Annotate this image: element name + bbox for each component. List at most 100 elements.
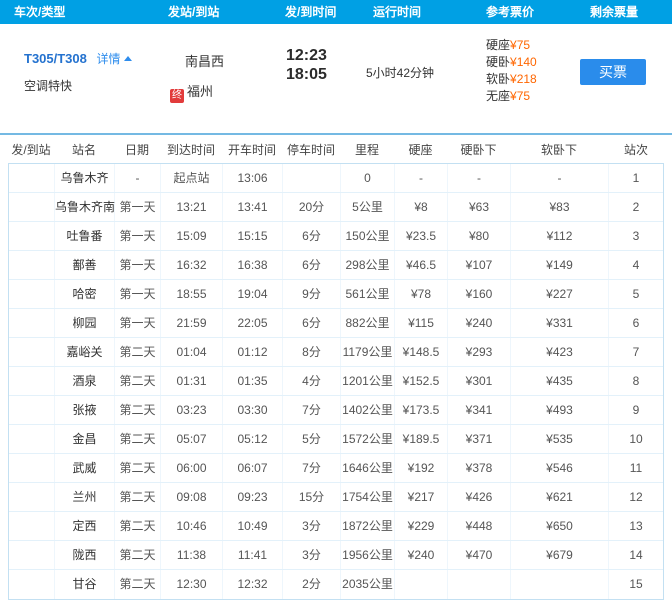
col-stop-time: 停车时间 [286,142,335,157]
cell-depart-time: 03:30 [223,396,283,424]
cell-depart-time: 15:15 [223,222,283,250]
cell-arrive-time: 05:07 [161,425,223,453]
cell-stop-time: 20分 [283,193,341,221]
cell-date: 第二天 [115,367,161,395]
cell-stop-time: 9分 [283,280,341,308]
cell-hard-sleeper: ¥448 [448,512,511,540]
cell-fromto [9,164,55,192]
cell-station: 柳园 [55,309,115,337]
cell-arrive-time: 21:59 [161,309,223,337]
cell-hard-sleeper: ¥107 [448,251,511,279]
cell-hard-seat: ¥229 [395,512,448,540]
buy-ticket-button[interactable]: 买票 [580,59,646,85]
table-row: 兰州 第二天 09:08 09:23 15分 1754公里 ¥217 ¥426 ¥621 12 [9,483,663,512]
cell-hard-seat: ¥173.5 [395,396,448,424]
cell-hard-sleeper: ¥63 [448,193,511,221]
cell-stop-time: 6分 [283,309,341,337]
cell-soft-sleeper: ¥650 [511,512,609,540]
cell-station: 鄯善 [55,251,115,279]
header-col-duration: 运行时间 [373,5,422,19]
terminal-badge-icon: 终 [170,89,184,103]
table-row: 鄯善 第一天 16:32 16:38 6分 298公里 ¥46.5 ¥107 ¥149 4 [9,251,663,280]
cell-stop-index: 7 [632,345,640,359]
cell-station: 吐鲁番 [55,222,115,250]
cell-fromto [9,425,55,453]
cell-fromto [9,309,55,337]
table-row: 吐鲁番 第一天 15:09 15:15 6分 150公里 ¥23.5 ¥80 ¥112 3 [9,222,663,251]
cell-stop-index: 14 [629,548,643,562]
cell-arrive-time: 03:23 [161,396,223,424]
cell-date: 第一天 [115,193,161,221]
cell-soft-sleeper: ¥331 [511,309,609,337]
cell-arrive-time: 15:09 [161,222,223,250]
cell-hard-seat: - [395,164,448,192]
cell-hard-sleeper: ¥341 [448,396,511,424]
cell-soft-sleeper: ¥535 [511,425,609,453]
cell-station: 酒泉 [55,367,115,395]
cell-stop-time: 6分 [283,222,341,250]
cell-arrive-time: 01:31 [161,367,223,395]
arrive-station-wrap: 终福州 [170,81,213,103]
cell-soft-sleeper [511,570,609,599]
col-stop-index: 站次 [623,142,648,157]
cell-stop-time: 8分 [283,338,341,366]
cell-fromto [9,396,55,424]
cell-arrive-time: 11:38 [161,541,223,569]
details-toggle[interactable]: 详情 [97,52,132,66]
col-date: 日期 [124,142,149,157]
cell-hard-seat: ¥78 [395,280,448,308]
cell-distance: 1402公里 [341,396,395,424]
cell-arrive-time: 起点站 [161,164,223,192]
cell-arrive-time: 18:55 [161,280,223,308]
seat-type-label: 硬座 [486,38,511,52]
seat-price: ¥218 [510,72,537,86]
train-id: T305/T308 详情 [24,50,132,67]
table-row: 乌鲁木齐南 第一天 13:21 13:41 20分 5公里 ¥8 ¥63 ¥83 2 [9,193,663,222]
cell-station: 乌鲁木齐南 [55,193,115,221]
table-row: 陇西 第二天 11:38 11:41 3分 1956公里 ¥240 ¥470 ¥679 14 [9,541,663,570]
cell-distance: 882公里 [341,309,395,337]
seat-price: ¥75 [510,38,531,52]
cell-date: 第二天 [115,541,161,569]
cell-depart-time: 10:49 [223,512,283,540]
cell-hard-seat: ¥115 [395,309,448,337]
table-row: 柳园 第一天 21:59 22:05 6分 882公里 ¥115 ¥240 ¥331 6 [9,309,663,338]
cell-arrive-time: 16:32 [161,251,223,279]
cell-stop-index: 4 [632,258,640,272]
table-row: 甘谷 第二天 12:30 12:32 2分 2035公里 15 [9,570,663,599]
cell-distance: 1646公里 [341,454,395,482]
cell-fromto [9,222,55,250]
cell-distance: 1572公里 [341,425,395,453]
seat-price: ¥75 [510,89,531,103]
cell-soft-sleeper: ¥679 [511,541,609,569]
cell-fromto [9,338,55,366]
price-item: 无座¥75 [486,88,537,105]
header-col-remaining: 剩余票量 [590,5,639,19]
col-arrive-time: 到达时间 [166,142,215,157]
cell-stop-time: 15分 [283,483,341,511]
cell-depart-time: 13:06 [223,164,283,192]
cell-depart-time: 01:12 [223,338,283,366]
duration: 5小时42分钟 [366,66,435,80]
cell-date: 第二天 [115,512,161,540]
cell-hard-sleeper: ¥293 [448,338,511,366]
cell-stop-time: 7分 [283,396,341,424]
cell-stop-time [283,164,341,192]
cell-fromto [9,193,55,221]
table-row: 武威 第二天 06:00 06:07 7分 1646公里 ¥192 ¥378 ¥546 11 [9,454,663,483]
cell-soft-sleeper: ¥423 [511,338,609,366]
cell-fromto [9,483,55,511]
cell-depart-time: 11:41 [223,541,283,569]
cell-hard-seat: ¥152.5 [395,367,448,395]
cell-date: 第一天 [115,251,161,279]
collapse-caret-icon [123,56,132,61]
cell-station: 嘉峪关 [55,338,115,366]
cell-hard-seat: ¥23.5 [395,222,448,250]
cell-hard-seat: ¥189.5 [395,425,448,453]
cell-distance: 1179公里 [341,338,395,366]
cell-arrive-time: 10:46 [161,512,223,540]
cell-stop-time: 5分 [283,425,341,453]
cell-distance: 150公里 [341,222,395,250]
cell-hard-seat: ¥192 [395,454,448,482]
cell-hard-sleeper: ¥301 [448,367,511,395]
